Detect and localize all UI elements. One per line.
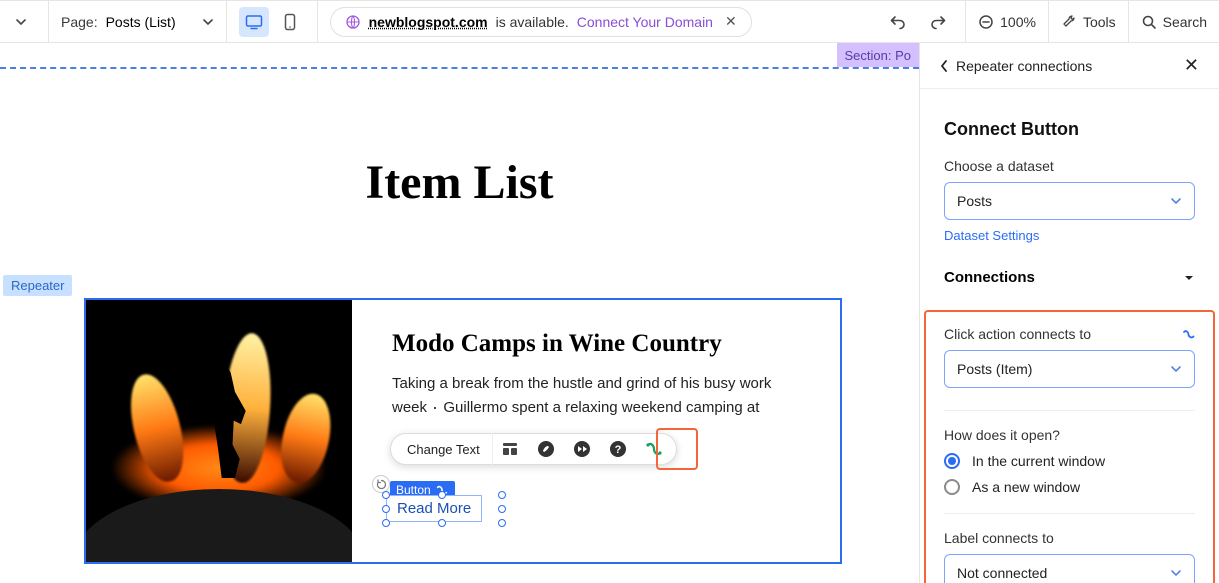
choose-dataset-label: Choose a dataset [944,158,1195,174]
domain-available-text: is available. [496,14,569,30]
click-action-value: Posts (Item) [957,361,1032,377]
dataset-select[interactable]: Posts [944,182,1195,220]
label-connects-value: Not connected [957,565,1047,581]
connections-header: Connections [944,269,1035,286]
radio-checked-icon [944,453,960,469]
close-pill-icon[interactable]: ✕ [725,13,737,30]
chevron-left-icon [940,60,948,72]
panel-title: Connect Button [944,119,1195,140]
section-tag[interactable]: Section: Po [837,43,920,67]
card-heading[interactable]: Modo Camps in Wine Country [392,330,800,358]
read-more-selection[interactable]: Read More [386,495,502,525]
radio-unchecked-icon [944,479,960,495]
page-title[interactable]: Item List [0,155,919,210]
page-selector-chevron-icon[interactable] [202,16,214,28]
open-new-window-option[interactable]: As a new window [944,479,1195,495]
collapse-toggle-icon[interactable] [1183,272,1195,284]
panel-back-button[interactable]: Repeater connections [940,58,1092,74]
page-label: Page: [61,14,98,30]
dataset-select-value: Posts [957,193,992,209]
editor-canvas[interactable]: Section: Po Item List Repeater Modo Camp… [0,43,919,583]
connect-domain-link[interactable]: Connect Your Domain [577,14,713,30]
element-edit-toolbar: Change Text ? [390,433,677,465]
svg-text:?: ? [614,444,621,456]
chevron-down-icon [1170,195,1182,207]
page-selector-value[interactable]: Posts (List) [106,14,176,30]
help-icon[interactable]: ? [600,433,636,465]
tools-button[interactable]: Tools [1061,14,1116,30]
mobile-view-icon[interactable] [275,7,305,37]
swap-binding-icon[interactable] [1181,327,1195,341]
search-icon [1141,14,1157,30]
tools-label: Tools [1083,14,1116,30]
label-connects-label: Label connects to [944,530,1195,546]
search-label: Search [1163,14,1207,30]
right-panel: Repeater connections ✕ Connect Button Ch… [919,43,1219,583]
zoom-out-icon [978,14,994,30]
animation-icon[interactable] [564,433,600,465]
domain-pill[interactable]: newblogspot.com is available. Connect Yo… [330,7,752,37]
dataset-settings-link[interactable]: Dataset Settings [944,228,1039,243]
desktop-view-icon[interactable] [239,7,269,37]
how-open-label: How does it open? [944,427,1195,443]
design-paint-icon[interactable] [528,433,564,465]
zoom-value: 100% [1000,14,1036,30]
zoom-control[interactable]: 100% [978,14,1036,30]
click-action-select[interactable]: Posts (Item) [944,350,1195,388]
repeater-tag[interactable]: Repeater [3,275,72,296]
search-button[interactable]: Search [1141,14,1207,30]
redo-icon[interactable] [923,7,953,37]
click-action-label: Click action connects to [944,326,1091,342]
domain-name: newblogspot.com [369,14,488,30]
connect-data-icon[interactable] [636,433,672,465]
chevron-down-icon [1170,363,1182,375]
chevron-down-icon[interactable] [6,7,36,37]
card-paragraph[interactable]: Taking a break from the hustle and grind… [392,372,800,420]
connections-highlight-block: Click action connects to Posts (Item) Ho… [924,310,1215,583]
change-text-button[interactable]: Change Text [395,433,492,465]
label-connects-select[interactable]: Not connected [944,554,1195,583]
undo-icon[interactable] [883,7,913,37]
card-image[interactable] [86,300,352,562]
chevron-down-icon [1170,567,1182,579]
panel-close-icon[interactable]: ✕ [1184,55,1199,76]
section-guide-line [0,67,919,69]
open-current-window-option[interactable]: In the current window [944,453,1195,469]
read-more-button[interactable]: Read More [386,495,482,522]
layout-icon[interactable] [492,433,528,465]
globe-icon [345,14,361,30]
top-toolbar: Page: Posts (List) newblogspot.com is av… [0,1,1219,43]
tools-icon [1061,14,1077,30]
